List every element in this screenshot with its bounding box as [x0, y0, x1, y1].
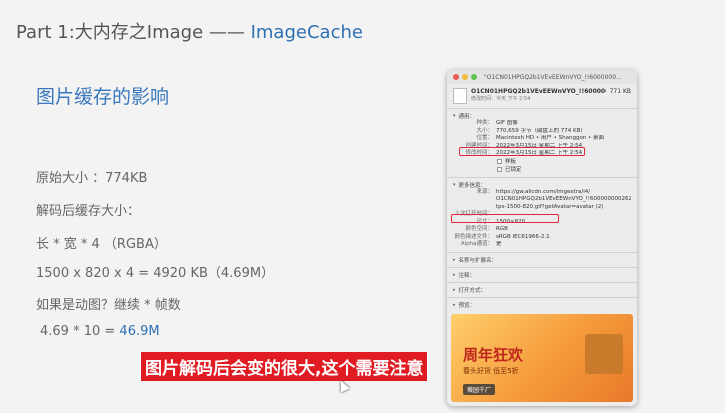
info-row-key: 大小：: [476, 127, 493, 134]
chevron-right-icon: ▸: [453, 271, 456, 278]
general-toggle[interactable]: ▾ 通用：: [453, 112, 631, 120]
video-subtitle: 图片解码后会变的很大,这个需要注意: [141, 352, 428, 381]
collapsed-section[interactable]: ▸ 注释：: [447, 266, 637, 282]
info-row: O1CN01HPGQ2b1VEvEEWnVYO_!!6000000002622-…: [453, 196, 631, 204]
animated-line: 如果是动图？继续 * 帧数: [36, 298, 181, 313]
info-row-value: O1CN01HPGQ2b1VEvEEWnVYO_!!6000000002622-…: [496, 196, 631, 202]
image-preview: 周年狂欢 春头好货 低至5折 薇园千厂: [451, 313, 633, 402]
info-row: Alpha通道：是: [453, 241, 631, 249]
file-modified: 修改时间：今天 下午 2:54: [471, 96, 531, 102]
info-window[interactable]: "O1CN01HPGQ2b1VEvEEWnVYO_!!6000000... O1…: [447, 70, 637, 406]
file-name: O1CN01HPGQ2b1VEvEEWnVYO_!!6000000...: [471, 88, 606, 95]
info-row-key: [453, 204, 493, 212]
dimension-highlight-box: [451, 214, 559, 223]
info-row-value: sRGB IEC61966-2.1: [496, 233, 550, 240]
checkbox-icon[interactable]: [497, 159, 502, 164]
checkbox-icon[interactable]: [497, 167, 502, 172]
section-label: 打开方式：: [458, 287, 487, 294]
info-row: 大小： 770,659 字节（磁盘上的 774 KB）: [453, 128, 631, 136]
general-section: ▾ 通用： 种类： GIF 图像 大小： 770,659 字节（磁盘上的 774 KB…: [447, 108, 637, 177]
info-row-value: tps-1500-820.gif?getAvatar=avatar (2): [496, 203, 604, 210]
info-row-value: 770,659 字节（磁盘上的 774 KB）: [496, 127, 586, 134]
decoded-size-label: 解码后缓存大小：: [36, 204, 141, 219]
info-row-key: 来源：: [476, 188, 493, 195]
preview-badge: 薇园千厂: [463, 383, 496, 395]
info-row-key: [453, 196, 493, 204]
window-title: "O1CN01HPGQ2b1VEvEEWnVYO_!!6000000...: [484, 73, 622, 81]
info-row: tps-1500-820.gif?getAvatar=avatar (2): [453, 204, 631, 212]
result-value: 46.9M: [119, 324, 160, 339]
preview-subline: 春头好货 低至5折: [463, 366, 519, 375]
file-header: O1CN01HPGQ2b1VEvEEWnVYO_!!6000000... 修改时…: [447, 84, 637, 108]
size-highlight-box: [459, 147, 585, 156]
result-prefix: 4.69 * 10 =: [40, 324, 120, 339]
locked-checkbox[interactable]: 已锁定: [453, 166, 631, 174]
section-heading: 图片缓存的影响: [36, 86, 170, 108]
info-row-key: 颜色描述文件：: [454, 233, 493, 240]
info-row: 颜色空间： RGB: [453, 226, 631, 234]
preview-headline: 周年狂欢: [463, 345, 524, 364]
collapsed-section[interactable]: ▸ 名称与扩展名：: [447, 251, 637, 267]
info-row-key: Alpha通道：: [460, 241, 493, 247]
section-label: 预览：: [458, 302, 476, 309]
info-row: 位置： Macintosh HD • 用户 • Shanggon • 桌面: [453, 135, 631, 143]
info-row-value: GIF 图像: [496, 120, 518, 126]
info-row: 颜色描述文件： sRGB IEC61966-2.1: [453, 234, 631, 242]
gift-box-image: [585, 333, 623, 374]
chevron-right-icon: ▸: [453, 301, 456, 308]
info-row-value: 是: [496, 241, 502, 247]
zoom-button[interactable]: [471, 74, 477, 80]
file-size: 771 KB: [609, 88, 631, 95]
slide-title-prefix: Part 1:大内存之Image ——: [16, 22, 251, 43]
collapsed-section[interactable]: ▸ 打开方式：: [447, 281, 637, 297]
info-row-key: 位置：: [476, 135, 493, 141]
formula-line: 长 * 宽 * 4 （RGBA）: [36, 237, 167, 252]
window-titlebar[interactable]: "O1CN01HPGQ2b1VEvEEWnVYO_!!6000000...: [447, 70, 637, 84]
info-row-value: Macintosh HD • 用户 • Shanggon • 桌面: [496, 135, 605, 141]
chevron-right-icon: ▸: [453, 286, 456, 293]
info-row: 来源： https://gw.alicdn.com/imgextra/i4/: [453, 189, 631, 197]
chevron-down-icon: ▾: [453, 113, 456, 119]
info-row-key: 颜色空间：: [465, 226, 493, 232]
file-icon: [453, 88, 467, 104]
slide-title: Part 1:大内存之Image —— ImageCache: [16, 18, 363, 44]
section-label: 名称与扩展名：: [458, 257, 498, 264]
chevron-right-icon: ▸: [453, 256, 456, 263]
minimize-button[interactable]: [462, 74, 468, 80]
close-button[interactable]: [453, 74, 459, 80]
slide-title-accent: ImageCache: [250, 22, 363, 43]
info-row-value: https://gw.alicdn.com/imgextra/i4/: [496, 188, 591, 195]
stationery-checkbox[interactable]: 样板: [453, 158, 631, 166]
info-row-value: RGB: [496, 226, 508, 232]
chevron-down-icon: ▾: [453, 181, 456, 188]
collapsed-section[interactable]: ▸ 预览：: [447, 296, 637, 312]
original-size-line: 原始大小 ：774KB: [36, 171, 148, 186]
calc-line: 1500 x 820 x 4 = 4920 KB（4.69M）: [36, 266, 275, 281]
section-label: 注释：: [458, 272, 476, 279]
info-row: 种类： GIF 图像: [453, 120, 631, 128]
info-row-key: 种类：: [476, 120, 493, 126]
more-info-toggle[interactable]: ▾ 更多信息：: [453, 181, 631, 189]
result-line: 4.69 * 10 = 46.9M: [40, 324, 160, 339]
